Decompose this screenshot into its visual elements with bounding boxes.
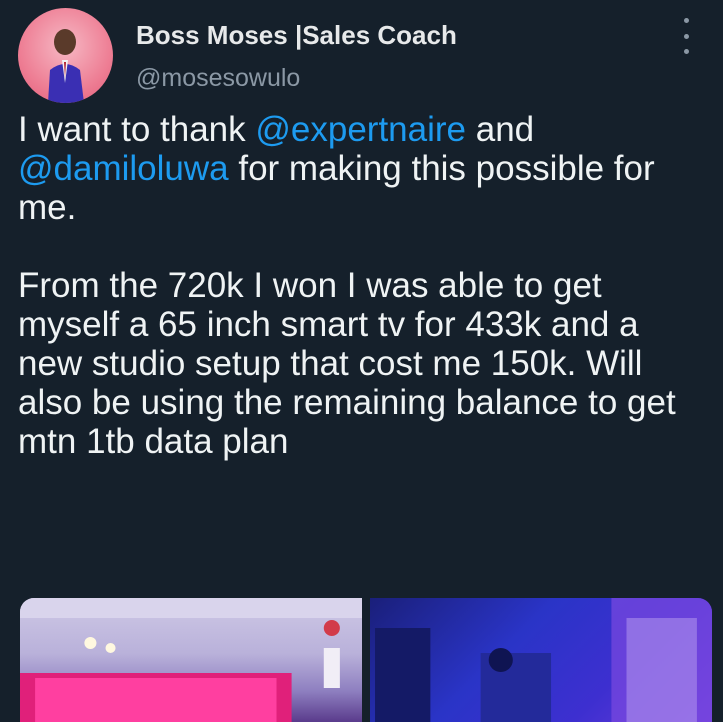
media-grid (20, 598, 712, 722)
dot (683, 33, 689, 39)
tweet-text-segment: I want to thank (18, 110, 256, 149)
tweet-text: I want to thank @expertnaire and @damilol… (18, 110, 708, 461)
mention-link-damiloluwa[interactable]: @damiloluwa (18, 149, 229, 188)
mention-link-expertnaire[interactable]: @expertnaire (255, 110, 466, 149)
more-vertical-icon[interactable] (679, 18, 693, 54)
avatar[interactable] (18, 8, 113, 103)
tweet-text-segment: and (466, 110, 535, 149)
display-name[interactable]: Boss Moses |Sales Coach (136, 20, 457, 51)
dot (683, 18, 689, 23)
tweet-paragraph-1: I want to thank @expertnaire and @damilol… (18, 110, 708, 227)
profile-photo (48, 29, 84, 103)
tweet-paragraph-2: From the 720k I won I was able to get my… (18, 266, 676, 461)
user-handle[interactable]: @mosesowulo (136, 64, 300, 93)
dot (683, 49, 689, 54)
living-room-illustration (20, 598, 362, 722)
photo-studio-setup[interactable] (370, 598, 712, 722)
photo-living-room-tv[interactable] (20, 598, 362, 722)
studio-illustration (375, 598, 712, 722)
